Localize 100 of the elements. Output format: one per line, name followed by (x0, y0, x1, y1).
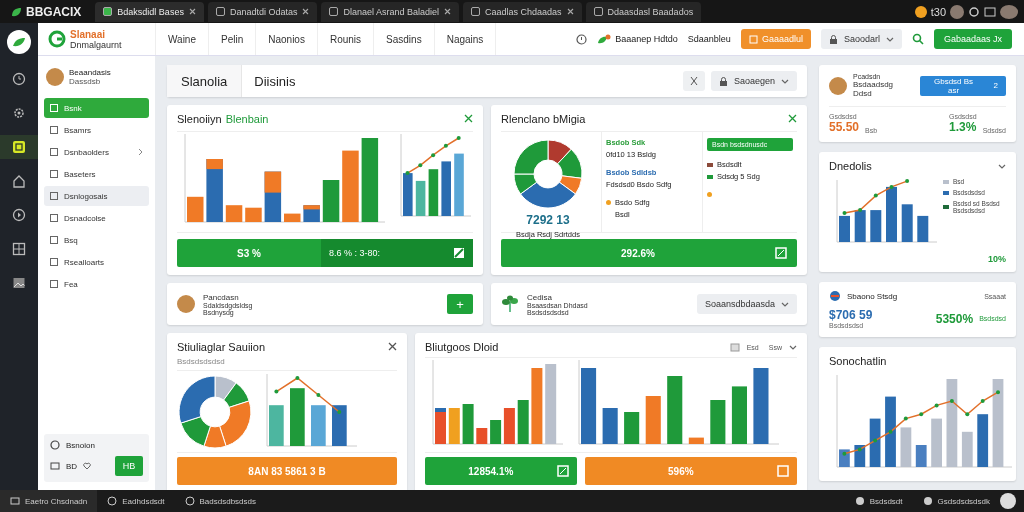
home-icon (12, 174, 26, 188)
follow-button[interactable]: Gbsdsd Bs asr 2 (919, 75, 1006, 96)
brand-logo-icon (48, 30, 66, 48)
chart-bar (284, 213, 301, 222)
sidebar-item[interactable]: Dsnadcolse (44, 208, 149, 228)
browser-tab[interactable]: Caadlas Chdaadas (463, 1, 582, 22)
nav-link[interactable]: Naonios (256, 23, 318, 55)
avatar (177, 295, 195, 313)
status-text: Baaanep Hdtdo (615, 34, 678, 44)
chart-bar (645, 396, 661, 444)
chart-bar (667, 376, 683, 444)
view-dropdown[interactable]: Saoaegen (710, 71, 797, 91)
caret-icon (998, 163, 1006, 169)
close-icon (566, 8, 574, 15)
clock-icon (50, 440, 60, 450)
nav-link[interactable]: Nagains (434, 23, 497, 55)
chart-bar (870, 210, 882, 242)
browser-tab[interactable]: Danadtdi Odatas (207, 1, 318, 22)
trend-line (274, 375, 342, 414)
caret-icon (885, 36, 894, 42)
caret-icon (781, 301, 789, 307)
leaf-icon (10, 5, 22, 18)
avatar (950, 4, 964, 19)
taskbar-item[interactable]: Eaetro Chsdnadn (0, 490, 98, 512)
chat-icon (922, 496, 933, 506)
chart-bar (269, 404, 284, 446)
card-title: Bliutgoos Dloid (425, 341, 499, 353)
tab-icon (329, 7, 339, 16)
user-role: Dassdsb (69, 77, 102, 86)
chart-bar (441, 161, 451, 216)
chart-bar (415, 180, 426, 216)
summary-detail: 8.6 % : 3-80: (329, 248, 381, 258)
nav-link[interactable]: Sasdins (374, 23, 435, 55)
sidebar-item[interactable]: Dsnbaolders (44, 142, 149, 162)
sidebar-item[interactable]: Rsealloarts (44, 252, 149, 272)
browser-tab[interactable]: Dlanael Asrand Baladiel (321, 1, 459, 22)
bar-segment (435, 408, 446, 412)
card-subtitle: Bsdsdsdsdsd (177, 357, 226, 366)
card-title: Slenoiiyn (177, 113, 222, 125)
summary-value: 12854.1% (467, 465, 515, 477)
card-title-accent: Blenbain (225, 113, 269, 125)
image-icon (12, 276, 26, 290)
taskbar-item[interactable]: Badsdsdbsdsds (174, 490, 266, 512)
chart-bar (854, 210, 866, 242)
chart-bar (517, 400, 529, 444)
page-title: Slanolia (167, 65, 243, 97)
tray-item[interactable]: Gsdsdsdsdsdk (912, 490, 1000, 512)
nav-link[interactable]: Pelin (209, 23, 257, 55)
chart-bar (839, 449, 850, 467)
bar-segment (206, 159, 223, 170)
nav-link[interactable]: Rounis (317, 23, 375, 55)
page-subtitle: Diisinis (253, 73, 297, 89)
rail-button[interactable] (0, 135, 38, 159)
close-button[interactable] (464, 113, 473, 125)
browser-tab[interactable]: Ddaasdasl Baadados (585, 1, 702, 22)
coin-icon (914, 5, 927, 18)
chart-bar (901, 204, 913, 242)
window-icon (10, 496, 20, 506)
card-title: Stiuliaglar Sauiion (177, 341, 266, 353)
arrows-icon (688, 76, 699, 86)
close-button[interactable] (788, 113, 797, 125)
sidebar-item[interactable]: Dsnlogosais (44, 186, 149, 206)
chart-bar (917, 215, 929, 242)
summary-value: 8AN 83 5861 3 B (247, 465, 327, 477)
chevron-icon (138, 148, 143, 156)
chart-bar (839, 215, 850, 242)
tray-item[interactable]: Bsdsdsdt (844, 490, 913, 512)
square-icon (50, 126, 58, 134)
chart-bar (403, 173, 413, 216)
chart-bar (454, 153, 464, 216)
chart-bar (322, 180, 340, 222)
sidebar-item[interactable]: Baseters (44, 164, 149, 184)
summary-value: S3 % (236, 247, 262, 259)
chart-bar (886, 186, 897, 242)
account-dropdown[interactable]: Saoodarl (820, 29, 902, 49)
header-link[interactable]: Sdaanbleu (687, 34, 731, 44)
card-title: Sbaono Stsdg (847, 291, 898, 301)
browser-tab[interactable]: Bdaksdidl Bases (95, 1, 204, 22)
square-icon (50, 236, 58, 244)
chat-icon (854, 496, 865, 506)
chart-bar (448, 408, 460, 444)
sidebar-item[interactable]: Fea (44, 274, 149, 294)
item-name: Cedisa (527, 292, 553, 302)
chart-bar (885, 396, 896, 467)
filter-dropdown[interactable]: Soaansdbdaasda (696, 294, 797, 314)
sidebar-item[interactable]: Bsq (44, 230, 149, 250)
close-button[interactable] (388, 341, 397, 353)
trend-line (405, 136, 461, 176)
collapse-button[interactable] (682, 71, 705, 91)
leaf-icon (597, 34, 612, 44)
chart-bar (245, 207, 262, 222)
app-logo-text: BBGACIX (26, 4, 82, 19)
stat-value: 1.3% (949, 120, 977, 134)
chart-bar (428, 169, 439, 216)
brand-name: Slanaai (70, 28, 107, 40)
leaf-logo-icon (6, 29, 32, 55)
sidebar-item[interactable]: Bsamrs (44, 120, 149, 140)
nav-link[interactable]: Waine (156, 23, 209, 55)
taskbar-item[interactable]: Eadhdsdsdt (97, 490, 175, 512)
count-text: t30 (930, 5, 946, 18)
